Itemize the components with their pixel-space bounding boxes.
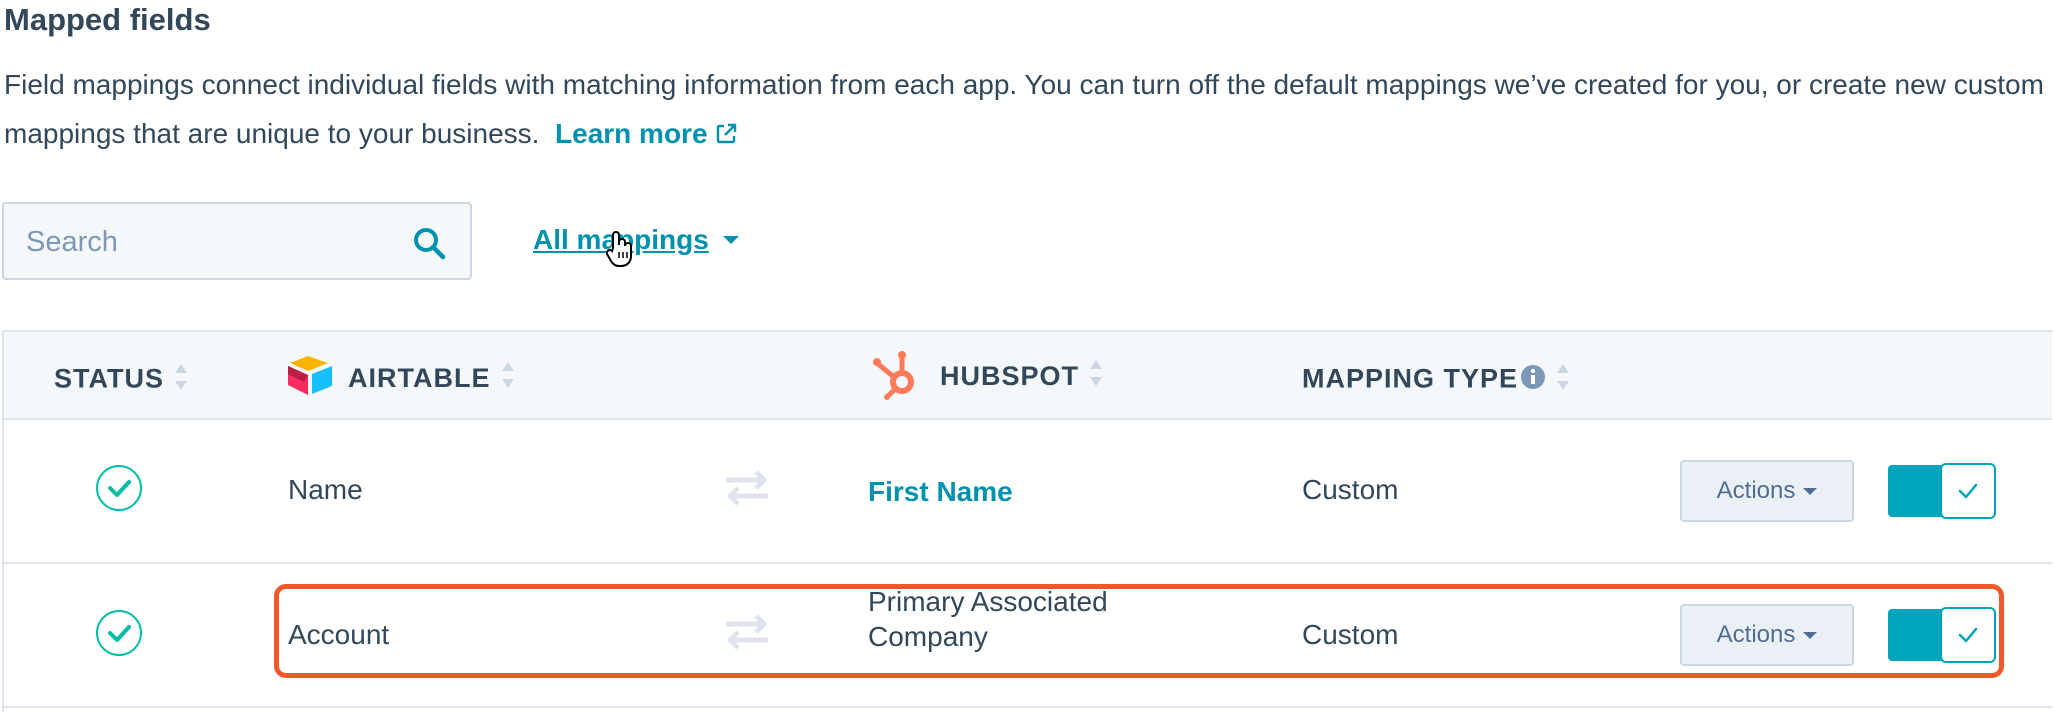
sync-arrows-icon — [722, 468, 772, 513]
sort-icon[interactable] — [1556, 362, 1570, 399]
hubspot-property-link[interactable]: First Name — [868, 476, 1013, 508]
mapping-toggle[interactable] — [1888, 463, 1996, 519]
external-link-icon — [714, 112, 738, 161]
hand-pointer-cursor-icon — [605, 230, 636, 273]
section-title: Mapped fields — [4, 2, 211, 37]
section-description: Field mappings connect individual fields… — [4, 60, 2044, 161]
sort-icon[interactable] — [1089, 358, 1103, 395]
search-icon[interactable] — [412, 226, 446, 265]
airtable-header-label: AIRTABLE — [348, 363, 491, 393]
toggle-knob — [1940, 463, 1996, 519]
row-highlight-annotation — [274, 584, 2004, 678]
airtable-field-name: Name — [288, 474, 363, 505]
status-column-header[interactable]: STATUS — [54, 362, 188, 399]
status-header-label: STATUS — [54, 363, 164, 394]
info-icon[interactable] — [1520, 364, 1546, 397]
caret-down-icon — [1803, 487, 1818, 495]
airtable-column-header[interactable]: AIRTABLE — [286, 354, 515, 403]
learn-more-link[interactable]: Learn more — [555, 118, 738, 149]
hubspot-header-label: HUBSPOT — [940, 361, 1080, 391]
hubspot-logo-icon — [872, 346, 920, 407]
table-header: STATUS AIRTABLE HUBSPOT MAPPING TYPE — [4, 332, 2052, 420]
mapping-type-column-header[interactable]: MAPPING TYPE — [1302, 362, 1570, 399]
table-row: Name First Name Custom Actions — [4, 420, 2052, 564]
airtable-logo-icon — [286, 354, 334, 403]
mapping-type-header-label: MAPPING TYPE — [1302, 363, 1519, 394]
mapped-status-icon — [96, 610, 142, 656]
caret-down-icon — [722, 236, 739, 244]
description-text: Field mappings connect individual fields… — [4, 69, 2044, 149]
hubspot-column-header[interactable]: HUBSPOT — [872, 346, 1103, 407]
learn-more-label: Learn more — [555, 118, 708, 149]
sort-icon[interactable] — [501, 360, 515, 397]
actions-button[interactable]: Actions — [1680, 460, 1854, 522]
actions-label: Actions — [1716, 477, 1796, 504]
mapping-type-value: Custom — [1302, 474, 1399, 505]
sort-icon[interactable] — [174, 362, 188, 399]
search-box[interactable] — [2, 202, 472, 280]
search-input[interactable] — [24, 220, 398, 264]
mapped-status-icon — [96, 465, 142, 511]
